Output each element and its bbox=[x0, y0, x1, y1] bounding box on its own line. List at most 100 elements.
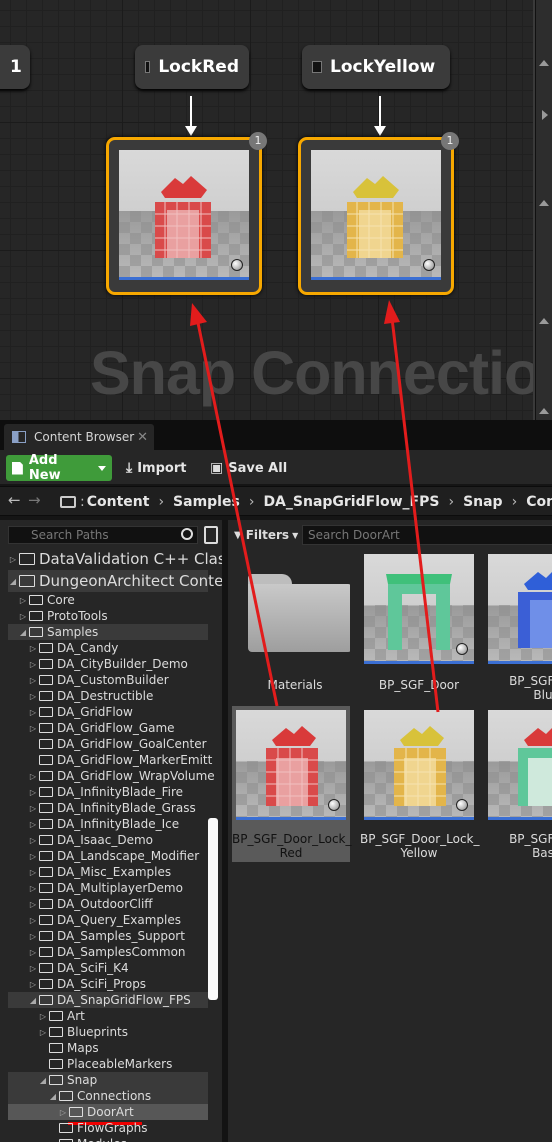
collapsed-arrow-icon[interactable]: ▷ bbox=[28, 852, 38, 861]
tree-item-da-samplescommon[interactable]: ▷ DA_SamplesCommon bbox=[8, 944, 208, 960]
tree-item-da-infinityblade-ice[interactable]: ▷ DA_InfinityBlade_Ice bbox=[8, 816, 208, 832]
search-assets-input[interactable]: Search DoorArt bbox=[302, 525, 552, 545]
tree-item-da-samples-support[interactable]: ▷ DA_Samples_Support bbox=[8, 928, 208, 944]
tree-item-core[interactable]: ▷ Core bbox=[8, 592, 208, 608]
arrow-left-icon[interactable]: ← bbox=[8, 491, 21, 509]
breadcrumb-samples[interactable]: Samples bbox=[173, 494, 240, 510]
tree-item-samples[interactable]: ◢ Samples bbox=[8, 624, 208, 640]
tree-item-snap[interactable]: ◢ Snap bbox=[8, 1072, 208, 1088]
tree-item-da-gridflow-markeremitt[interactable]: DA_GridFlow_MarkerEmitt bbox=[8, 752, 212, 768]
collapse-arrow-icon[interactable] bbox=[539, 60, 549, 66]
tree-item-da-custombuilder[interactable]: ▷ DA_CustomBuilder bbox=[8, 672, 208, 688]
side-panel-strip[interactable] bbox=[535, 0, 552, 420]
tree-item-blueprints[interactable]: ▷ Blueprints bbox=[8, 1024, 208, 1040]
collapsed-arrow-icon[interactable]: ▷ bbox=[28, 980, 38, 989]
tree-item-da-gridflow[interactable]: ▷ DA_GridFlow bbox=[8, 704, 208, 720]
expanded-arrow-icon[interactable]: ◢ bbox=[18, 628, 28, 637]
tree-item-da-misc-examples[interactable]: ▷ DA_Misc_Examples bbox=[8, 864, 208, 880]
tree-item-flowgraphs[interactable]: FlowGraphs bbox=[8, 1120, 208, 1136]
tree-item-da-multiplayerdemo[interactable]: ▷ DA_MultiplayerDemo bbox=[8, 880, 208, 896]
collapsed-arrow-icon[interactable]: ▷ bbox=[38, 1012, 48, 1021]
collapsed-arrow-icon[interactable]: ▷ bbox=[28, 772, 38, 781]
tree-item-connections[interactable]: ◢ Connections bbox=[8, 1088, 208, 1104]
asset-tile-bp-sgf-door-lock-yellow[interactable]: BP_SGF_Door_Lock_ Yellow bbox=[360, 706, 480, 862]
node-lockred[interactable]: LockRed bbox=[135, 45, 249, 89]
expand-arrow-icon[interactable] bbox=[542, 110, 548, 120]
breadcrumb-snapgridflow[interactable]: DA_SnapGridFlow_FPS bbox=[263, 494, 439, 510]
graph-editor-canvas[interactable]: 1 LockRed LockYellow 1 1 Snap Connection bbox=[0, 0, 552, 420]
collapsed-arrow-icon[interactable]: ▷ bbox=[28, 676, 38, 685]
collapsed-arrow-icon[interactable]: ▷ bbox=[58, 1108, 68, 1117]
tree-item-da-infinityblade-fire[interactable]: ▷ DA_InfinityBlade_Fire bbox=[8, 784, 208, 800]
tree-item-da-landscape-modifier[interactable]: ▷ DA_Landscape_Modifier bbox=[8, 848, 208, 864]
collapsed-arrow-icon[interactable]: ▷ bbox=[28, 708, 38, 717]
collapsed-arrow-icon[interactable]: ▷ bbox=[28, 868, 38, 877]
search-icon[interactable] bbox=[181, 528, 193, 540]
search-paths-input[interactable]: Search Paths bbox=[8, 526, 198, 544]
expanded-arrow-icon[interactable]: ◢ bbox=[28, 996, 38, 1005]
collapsed-arrow-icon[interactable]: ▷ bbox=[28, 900, 38, 909]
collapsed-arrow-icon[interactable]: ▷ bbox=[28, 804, 38, 813]
collapsed-arrow-icon[interactable]: ▷ bbox=[28, 948, 38, 957]
tree-item-da-destructible[interactable]: ▷ DA_Destructible bbox=[8, 688, 208, 704]
asset-tile-bp-sgf-door[interactable]: BP_SGF_Door bbox=[360, 550, 478, 706]
collapse-arrow-icon[interactable] bbox=[539, 318, 549, 324]
tree-item-prototools[interactable]: ▷ ProtoTools bbox=[8, 608, 208, 624]
collapsed-arrow-icon[interactable]: ▷ bbox=[18, 612, 28, 621]
tree-item-da-scifi-k4[interactable]: ▷ DA_SciFi_K4 bbox=[8, 960, 208, 976]
asset-tile-materials[interactable]: Materials bbox=[236, 550, 354, 706]
tree-item-da-gridflow-wrapvolume[interactable]: ▷ DA_GridFlow_WrapVolume bbox=[8, 768, 215, 784]
collapsed-arrow-icon[interactable]: ▷ bbox=[28, 916, 38, 925]
tree-item-doorart[interactable]: ▷ DoorArt bbox=[8, 1104, 208, 1125]
asset-tile-bp-sgf-door-lock-red[interactable]: BP_SGF_Door_Lock_ Red bbox=[232, 706, 352, 862]
save-all-button[interactable]: ▣ Save All bbox=[210, 455, 287, 481]
add-new-button[interactable]: Add New bbox=[6, 453, 112, 483]
collapsed-arrow-icon[interactable]: ▷ bbox=[28, 836, 38, 845]
tree-item-da-citybuilder-demo[interactable]: ▷ DA_CityBuilder_Demo bbox=[8, 656, 208, 672]
import-button[interactable]: ⤓ Import bbox=[126, 455, 186, 481]
asset-node-lockyellow[interactable]: 1 bbox=[298, 132, 459, 295]
tree-item-da-candy[interactable]: ▷ DA_Candy bbox=[8, 640, 208, 656]
tree-item-da-gridflow-game[interactable]: ▷ DA_GridFlow_Game bbox=[8, 720, 208, 736]
collapsed-arrow-icon[interactable]: ▷ bbox=[28, 692, 38, 701]
breadcrumb-sep[interactable]: › bbox=[448, 494, 454, 510]
expanded-arrow-icon[interactable]: ◢ bbox=[48, 1092, 58, 1101]
tree-scrollbar[interactable] bbox=[208, 818, 218, 1000]
partial-node[interactable]: 1 bbox=[0, 45, 30, 89]
tree-item-placeablemarkers[interactable]: PlaceableMarkers bbox=[8, 1056, 208, 1072]
asset-node-lockred[interactable]: 1 bbox=[106, 132, 267, 295]
pin-icon[interactable] bbox=[145, 61, 151, 73]
breadcrumb-sep[interactable]: › bbox=[158, 494, 164, 510]
collapsed-arrow-icon[interactable]: ▷ bbox=[28, 820, 38, 829]
collapsed-arrow-icon[interactable]: ▷ bbox=[18, 596, 28, 605]
tree-item-maps[interactable]: Maps bbox=[8, 1040, 208, 1056]
breadcrumb-sep[interactable]: › bbox=[512, 494, 518, 510]
tree-item-datavalidation-c-clas[interactable]: ▷ DataValidation C++ Clas bbox=[8, 548, 222, 570]
tab-content-browser[interactable]: Content Browser ✕ bbox=[4, 424, 154, 450]
tree-item-da-outdoorcliff[interactable]: ▷ DA_OutdoorCliff bbox=[8, 896, 208, 912]
folder-icon[interactable] bbox=[60, 496, 76, 508]
collapsed-arrow-icon[interactable]: ▷ bbox=[28, 788, 38, 797]
collapsed-arrow-icon[interactable]: ▷ bbox=[8, 555, 18, 564]
expanded-arrow-icon[interactable]: ◢ bbox=[8, 577, 18, 586]
collapsed-arrow-icon[interactable]: ▷ bbox=[38, 1028, 48, 1037]
collapsed-arrow-icon[interactable]: ▷ bbox=[28, 644, 38, 653]
collapsed-arrow-icon[interactable]: ▷ bbox=[28, 884, 38, 893]
breadcrumb-snap[interactable]: Snap bbox=[463, 494, 503, 510]
pin-icon[interactable] bbox=[312, 61, 322, 73]
collapse-arrow-icon[interactable] bbox=[539, 408, 549, 414]
collapsed-arrow-icon[interactable]: ▷ bbox=[28, 932, 38, 941]
tree-item-da-query-examples[interactable]: ▷ DA_Query_Examples bbox=[8, 912, 208, 928]
tree-item-da-gridflow-goalcenter[interactable]: DA_GridFlow_GoalCenter bbox=[8, 736, 208, 752]
collapsed-arrow-icon[interactable]: ▷ bbox=[28, 724, 38, 733]
tree-item-da-isaac-demo[interactable]: ▷ DA_Isaac_Demo bbox=[8, 832, 208, 848]
collapsed-arrow-icon[interactable]: ▷ bbox=[28, 660, 38, 669]
close-icon[interactable]: ✕ bbox=[137, 430, 148, 445]
tree-item-modules[interactable]: ▷Modules bbox=[8, 1136, 208, 1142]
breadcrumb-connections[interactable]: Conn bbox=[526, 494, 552, 510]
tree-item-da-infinityblade-grass[interactable]: ▷ DA_InfinityBlade_Grass bbox=[8, 800, 208, 816]
breadcrumb-content[interactable]: Content bbox=[87, 494, 150, 510]
breadcrumb-sep[interactable]: › bbox=[249, 494, 255, 510]
tree-item-da-scifi-props[interactable]: ▷ DA_SciFi_Props bbox=[8, 976, 208, 992]
tree-item-dungeonarchitect-conte[interactable]: ◢ DungeonArchitect Conte bbox=[8, 570, 222, 592]
